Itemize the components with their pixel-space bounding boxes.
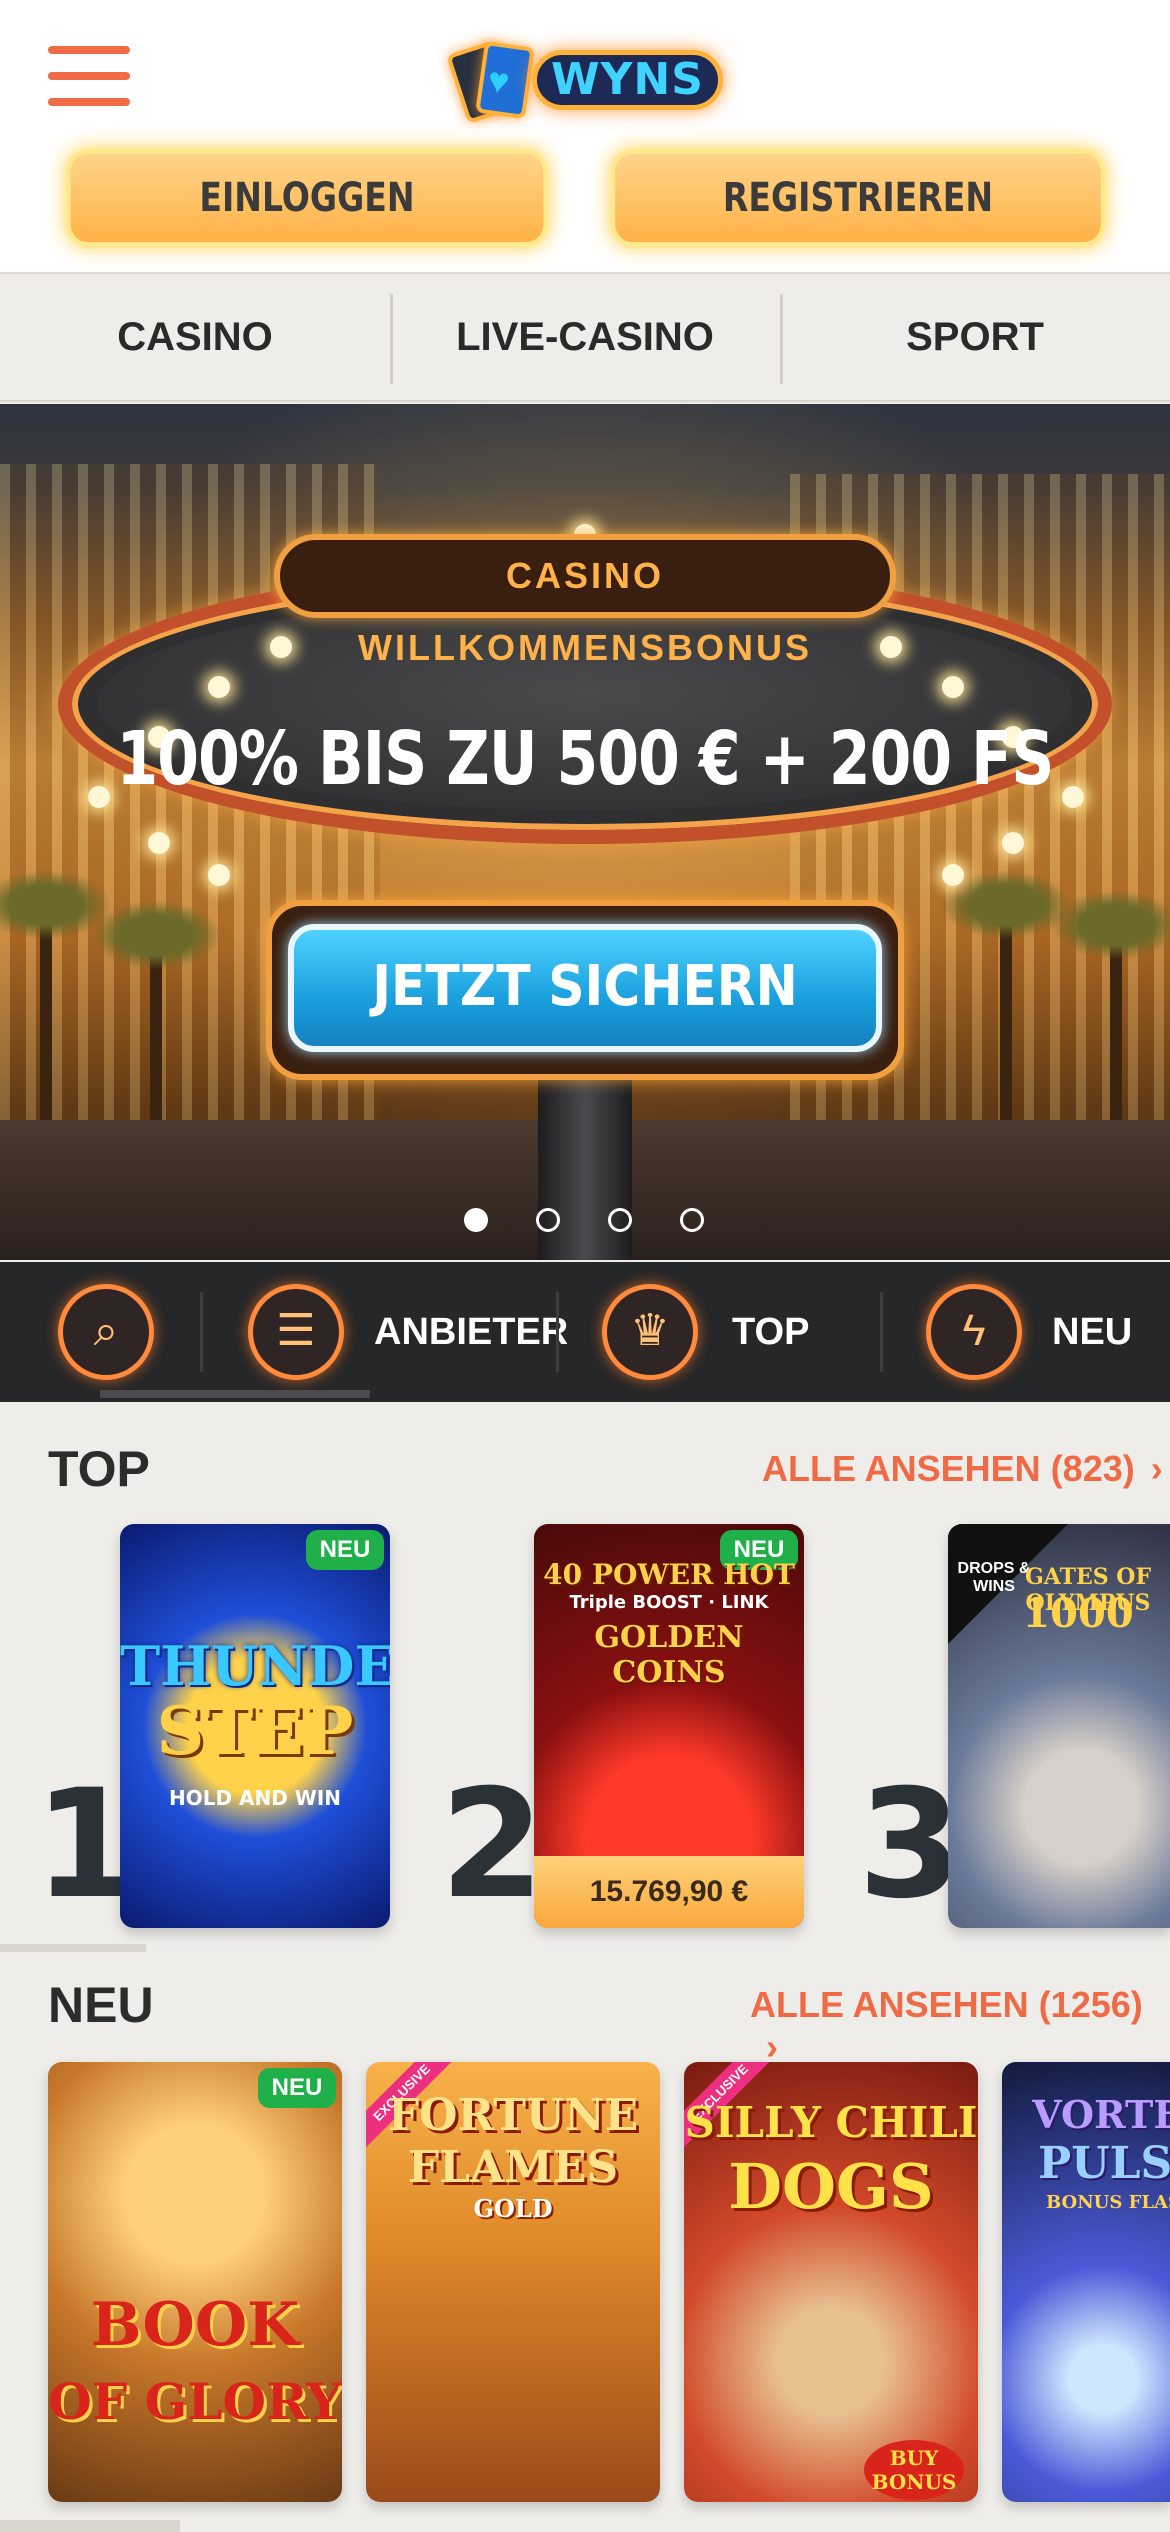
carousel-dot[interactable] <box>536 1208 560 1232</box>
game-title: DOGS <box>728 2150 934 2223</box>
game-tile-silly-chili-dogs[interactable]: EXCLUSIVE SILLY CHILI DOGS BUY BONUS <box>684 2062 978 2502</box>
register-button[interactable]: REGISTRIEREN <box>615 154 1101 242</box>
hero-banner[interactable]: CASINO WILLKOMMENSBONUS 100% BIS ZU 500 … <box>0 404 1170 1260</box>
game-title: PULSE <box>1038 2138 1170 2189</box>
providers-link[interactable]: ANBIETER <box>374 1262 568 1402</box>
logo-text: WYNS <box>532 50 723 110</box>
game-tile-fortune-flames[interactable]: EXCLUSIVE FORTUNE FLAMES GOLD <box>366 2062 660 2502</box>
game-tile-golden-coins[interactable]: NEU 40 POWER HOT Triple BOOST · LINK GOL… <box>534 1524 804 1928</box>
game-title: SILLY CHILI <box>684 2098 978 2147</box>
game-tile-vortex-pulse[interactable]: VORTEX PULSE BONUS FLASH <box>1002 2062 1170 2502</box>
see-all-top-link[interactable]: ALLE ANSEHEN (823) › <box>762 1448 1163 1490</box>
header: ♥ WYNS EINLOGGEN REGISTRIEREN <box>0 0 1170 272</box>
search-icon[interactable]: ⌕ <box>58 1284 154 1380</box>
palm-tree <box>90 900 222 1140</box>
rank-number: 3 <box>858 1758 963 1932</box>
game-title: THUNDER <box>120 1634 390 1698</box>
top-link[interactable]: TOP <box>732 1262 809 1402</box>
quick-nav-scrollbar[interactable] <box>100 1390 370 1398</box>
menu-icon[interactable] <box>48 46 132 106</box>
game-tile-thunder-step[interactable]: NEU THUNDER STEP HOLD AND WIN <box>120 1524 390 1928</box>
game-title: 1000 <box>1022 1590 1134 1637</box>
rank-number: 2 <box>440 1758 545 1932</box>
new-badge: NEU <box>306 1530 384 1570</box>
tab-live-casino[interactable]: LIVE-CASINO <box>390 274 780 400</box>
crown-icon[interactable]: ♛ <box>602 1284 698 1380</box>
carousel-dot[interactable] <box>464 1208 488 1232</box>
game-title: VORTEX <box>1032 2092 1170 2137</box>
logo[interactable]: ♥ WYNS <box>446 28 723 128</box>
palm-tree <box>940 870 1072 1140</box>
game-tile-gates-of-olympus[interactable]: DROPS & WINS GATES OF OLYMPUS 1000 <box>948 1524 1170 1928</box>
new-badge: NEU <box>258 2068 336 2108</box>
game-title: GOLDEN COINS <box>594 1620 744 1690</box>
game-title: STEP <box>156 1692 354 1770</box>
jackpot-amount: 15.769,90 € <box>534 1856 804 1928</box>
see-all-top-label: ALLE ANSEHEN (823) <box>762 1448 1135 1489</box>
quick-nav-bar: ⌕ ☰ ANBIETER ♛ TOP ϟ NEU <box>0 1262 1170 1402</box>
bonus-title: CASINO WILLKOMMENSBONUS <box>274 534 896 668</box>
login-button[interactable]: EINLOGGEN <box>70 154 544 242</box>
game-title: BOOK <box>90 2290 300 2360</box>
palm-tree <box>1050 890 1170 1140</box>
scroll-indicator <box>0 2520 180 2532</box>
buy-bonus-badge: BUY BONUS <box>864 2440 964 2500</box>
bonus-headline: 100% BIS ZU 500 € + 200 FS <box>116 716 1055 802</box>
game-tile-book-of-glory[interactable]: NEU BOOK OF GLORY <box>48 2062 342 2502</box>
cards-icon: ♥ <box>446 38 535 124</box>
tab-sport[interactable]: SPORT <box>780 274 1170 400</box>
game-title: 40 POWER HOT <box>543 1558 795 1591</box>
claim-bonus-button[interactable]: JETZT SICHERN <box>288 924 882 1052</box>
see-all-new-link[interactable]: ALLE ANSEHEN (1256)› <box>750 1984 1170 2068</box>
game-subtitle: Triple BOOST · LINK <box>569 1592 769 1613</box>
palm-tree <box>0 870 112 1140</box>
category-tabs: CASINO LIVE-CASINO SPORT <box>0 272 1170 402</box>
carousel-dot[interactable] <box>680 1208 704 1232</box>
game-title: FORTUNE <box>387 2090 639 2141</box>
welcome-sign: CASINO WILLKOMMENSBONUS 100% BIS ZU 500 … <box>58 524 1112 924</box>
carousel-dot[interactable] <box>608 1208 632 1232</box>
divider <box>0 1944 146 1952</box>
tab-casino[interactable]: CASINO <box>0 274 390 400</box>
game-subtitle: BONUS FLASH <box>1045 2192 1170 2213</box>
section-title-top: TOP <box>48 1441 150 1497</box>
carousel-pagination <box>464 1208 714 1234</box>
document-icon[interactable]: ☰ <box>248 1284 344 1380</box>
see-all-new-label: ALLE ANSEHEN (1256) <box>750 1984 1143 2025</box>
chevron-right-icon: › <box>1150 1448 1163 1489</box>
new-link[interactable]: NEU <box>1052 1262 1132 1402</box>
lightning-icon[interactable]: ϟ <box>926 1284 1022 1380</box>
section-title-new: NEU <box>48 1977 154 2033</box>
game-title: FLAMES <box>407 2142 619 2193</box>
game-title: OF GLORY <box>48 2372 342 2431</box>
game-subtitle: HOLD AND WIN <box>168 1786 342 1810</box>
game-subtitle: GOLD <box>473 2194 553 2223</box>
